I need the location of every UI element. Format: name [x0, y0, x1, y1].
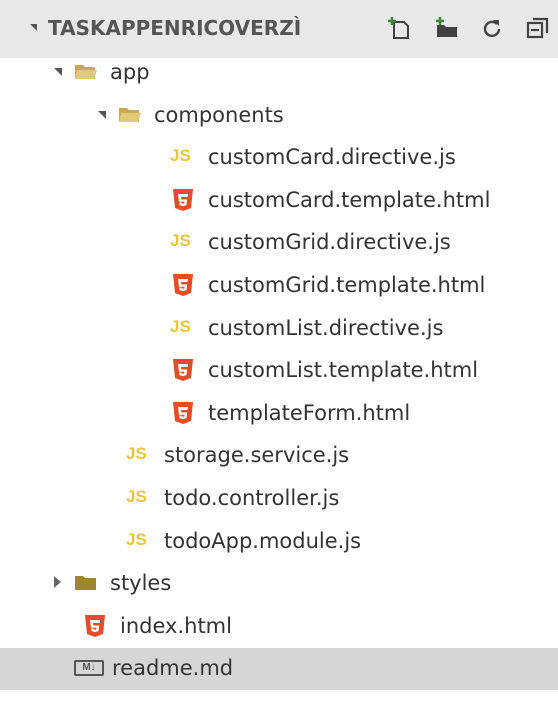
- tree-item-label: app: [110, 60, 150, 84]
- tree-file-item[interactable]: JS storage.service.js: [0, 435, 558, 477]
- javascript-file-icon: JS: [126, 444, 147, 464]
- html5-file-icon: [172, 358, 196, 382]
- html5-file-icon: [172, 188, 196, 212]
- tree-file-item[interactable]: customList.template.html: [0, 350, 558, 392]
- tree-item-label: customList.template.html: [208, 358, 479, 383]
- javascript-file-icon: JS: [170, 316, 191, 336]
- new-file-icon[interactable]: [380, 8, 420, 48]
- tree-item-label: customList.directive.js: [208, 315, 444, 340]
- tree-file-item[interactable]: JS customCard.directive.js: [0, 137, 558, 179]
- html5-file-icon: [172, 401, 196, 425]
- folder-icon: [74, 571, 98, 595]
- tree-item-label: components: [154, 102, 284, 127]
- chevron-right-icon[interactable]: [54, 576, 61, 589]
- tree-item-label: todoApp.module.js: [164, 528, 362, 553]
- tree-folder-components[interactable]: components: [0, 95, 558, 137]
- tree-file-item[interactable]: JS todoApp.module.js: [0, 521, 558, 563]
- tree-item-label: styles: [110, 571, 172, 596]
- tree-item-label: templateForm.html: [208, 400, 411, 425]
- tree-item-label: index.html: [120, 613, 232, 638]
- tree-file-item[interactable]: JS customGrid.directive.js: [0, 222, 558, 264]
- file-explorer: TASKAPPENRICOVERZÌ app components JS cus…: [0, 0, 558, 708]
- tree-item-label: customGrid.directive.js: [208, 230, 451, 255]
- markdown-file-icon: M↓: [74, 660, 104, 677]
- chevron-down-icon[interactable]: [98, 110, 106, 119]
- refresh-icon[interactable]: [472, 8, 512, 48]
- tree-item-label: readme.md: [112, 656, 234, 681]
- javascript-file-icon: JS: [170, 146, 191, 166]
- tree-item-label: todo.controller.js: [164, 486, 340, 510]
- collapse-chevron-icon[interactable]: [30, 24, 37, 31]
- folder-open-icon: [118, 103, 142, 127]
- tree-file-item[interactable]: customGrid.template.html: [0, 265, 558, 307]
- javascript-file-icon: JS: [170, 231, 191, 251]
- javascript-file-icon: JS: [126, 487, 147, 506]
- html5-file-icon: [84, 614, 108, 638]
- tree-file-item[interactable]: JS customList.directive.js: [0, 308, 558, 350]
- tree-item-label: customGrid.template.html: [208, 273, 486, 297]
- chevron-down-icon[interactable]: [54, 68, 62, 76]
- html5-file-icon: [172, 273, 196, 297]
- tree-file-item[interactable]: JS todo.controller.js: [0, 478, 558, 520]
- tree-file-item[interactable]: index.html: [0, 606, 558, 648]
- tree-file-item[interactable]: M↓ readme.md: [0, 648, 558, 691]
- explorer-title: TASKAPPENRICOVERZÌ: [48, 16, 302, 40]
- tree-item-label: storage.service.js: [164, 443, 350, 468]
- tree-item-label: customCard.template.html: [208, 187, 491, 212]
- collapse-all-icon[interactable]: [518, 8, 558, 48]
- explorer-header[interactable]: TASKAPPENRICOVERZÌ: [0, 0, 558, 58]
- new-folder-icon[interactable]: [426, 8, 466, 48]
- tree-item-label: customCard.directive.js: [208, 145, 456, 170]
- tree-file-item[interactable]: templateForm.html: [0, 393, 558, 435]
- tree-folder-app[interactable]: app: [0, 52, 558, 94]
- folder-open-icon: [74, 60, 98, 84]
- tree-folder-styles[interactable]: styles: [0, 563, 558, 605]
- tree-file-item[interactable]: customCard.template.html: [0, 180, 558, 222]
- javascript-file-icon: JS: [126, 529, 147, 549]
